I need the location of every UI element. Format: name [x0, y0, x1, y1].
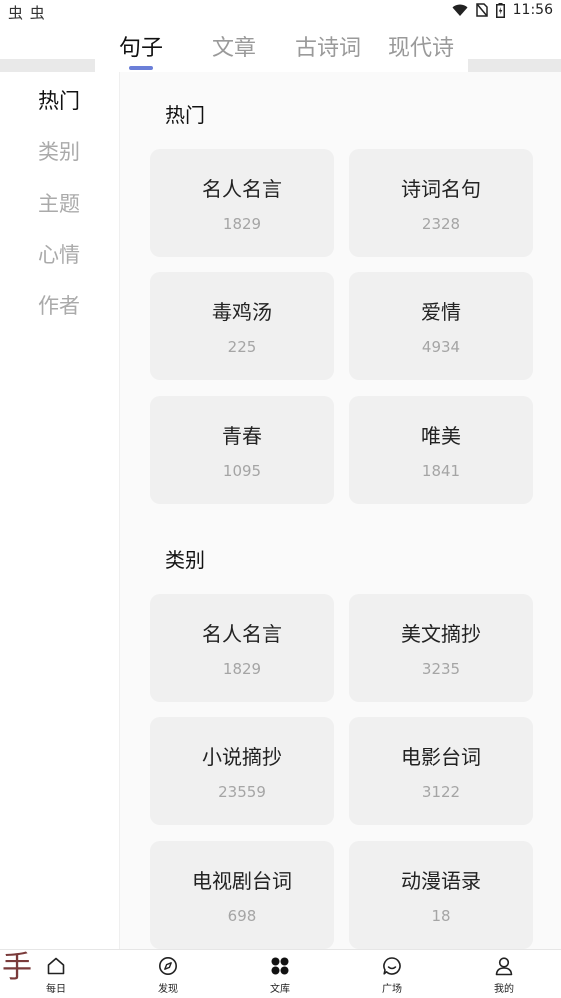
- home-icon: [46, 956, 66, 980]
- card-count: 1829: [222, 660, 262, 678]
- nav-library[interactable]: 文库: [240, 950, 320, 998]
- floating-handwriting-mark[interactable]: 手: [2, 953, 32, 983]
- nav-mine[interactable]: 我的: [464, 950, 544, 998]
- category-card[interactable]: 电视剧台词 698: [150, 841, 334, 949]
- card-title: 名人名言: [202, 622, 282, 646]
- card-count: 1841: [421, 462, 461, 480]
- nav-square[interactable]: 广场: [352, 950, 432, 998]
- bottom-navigation: 每日 发现 文库 广场 我的: [0, 949, 561, 998]
- category-card[interactable]: 名人名言 1829: [150, 149, 334, 257]
- tab-sentences[interactable]: 句子: [119, 30, 163, 62]
- card-title: 美文摘抄: [401, 622, 481, 646]
- wifi-icon: [452, 4, 468, 17]
- grid-icon: [270, 956, 290, 980]
- header-divider-right: [468, 59, 561, 72]
- category-card[interactable]: 诗词名句 2328: [349, 149, 533, 257]
- nav-label: 我的: [494, 984, 514, 995]
- category-card[interactable]: 毒鸡汤 225: [150, 272, 334, 380]
- sidebar-item-hot[interactable]: 热门: [38, 85, 80, 115]
- section-title-category: 类别: [165, 548, 205, 572]
- status-bar: 虫 虫 11:56: [0, 0, 561, 24]
- nav-discover[interactable]: 发现: [128, 950, 208, 998]
- card-title: 电视剧台词: [192, 869, 292, 893]
- main-content: 热门 名人名言 1829 诗词名句 2328 毒鸡汤 225 爱情 4934 青…: [120, 72, 561, 949]
- user-icon: [494, 956, 514, 980]
- tab-classical-poetry[interactable]: 古诗词: [295, 30, 361, 62]
- nav-label: 发现: [158, 984, 178, 995]
- category-card[interactable]: 小说摘抄 23559: [150, 717, 334, 825]
- category-card[interactable]: 青春 1095: [150, 396, 334, 504]
- card-title: 小说摘抄: [202, 745, 282, 769]
- sidebar-item-author[interactable]: 作者: [38, 290, 80, 320]
- battery-icon: [495, 2, 505, 18]
- category-card[interactable]: 唯美 1841: [349, 396, 533, 504]
- card-title: 爱情: [421, 300, 461, 324]
- compass-icon: [158, 956, 178, 980]
- category-card[interactable]: 爱情 4934: [349, 272, 533, 380]
- category-card[interactable]: 动漫语录 18: [349, 841, 533, 949]
- status-icons: 11:56: [452, 2, 553, 18]
- notification-icons: 虫 虫: [8, 4, 46, 22]
- nav-label: 文库: [270, 984, 290, 995]
- nav-label: 广场: [382, 984, 402, 995]
- card-title: 动漫语录: [401, 869, 481, 893]
- card-title: 唯美: [421, 424, 461, 448]
- section-title-hot: 热门: [165, 103, 205, 127]
- sidebar-item-theme[interactable]: 主题: [38, 188, 80, 218]
- card-count: 23559: [218, 783, 266, 801]
- sidebar-item-mood[interactable]: 心情: [38, 239, 80, 269]
- no-sim-icon: [475, 3, 488, 17]
- card-count: 3235: [421, 660, 461, 678]
- card-count: 225: [227, 338, 257, 356]
- card-count: 18: [431, 907, 451, 925]
- category-card[interactable]: 美文摘抄 3235: [349, 594, 533, 702]
- card-count: 3122: [421, 783, 461, 801]
- card-count: 4934: [421, 338, 461, 356]
- card-title: 电影台词: [401, 745, 481, 769]
- category-card[interactable]: 名人名言 1829: [150, 594, 334, 702]
- tab-articles[interactable]: 文章: [212, 30, 256, 62]
- card-count: 1829: [222, 215, 262, 233]
- category-card[interactable]: 电影台词 3122: [349, 717, 533, 825]
- card-count: 2328: [421, 215, 461, 233]
- category-sidebar: 热门 类别 主题 心情 作者: [0, 72, 120, 949]
- card-count: 698: [227, 907, 257, 925]
- card-title: 诗词名句: [401, 177, 481, 201]
- chat-icon: [382, 956, 402, 980]
- card-title: 青春: [222, 424, 262, 448]
- card-count: 1095: [222, 462, 262, 480]
- card-title: 毒鸡汤: [212, 300, 272, 324]
- card-title: 名人名言: [202, 177, 282, 201]
- active-tab-indicator: [129, 66, 153, 70]
- header-divider-left: [0, 59, 95, 72]
- clock: 11:56: [512, 2, 553, 18]
- tab-modern-poetry[interactable]: 现代诗: [388, 30, 454, 62]
- sidebar-item-category[interactable]: 类别: [38, 136, 80, 166]
